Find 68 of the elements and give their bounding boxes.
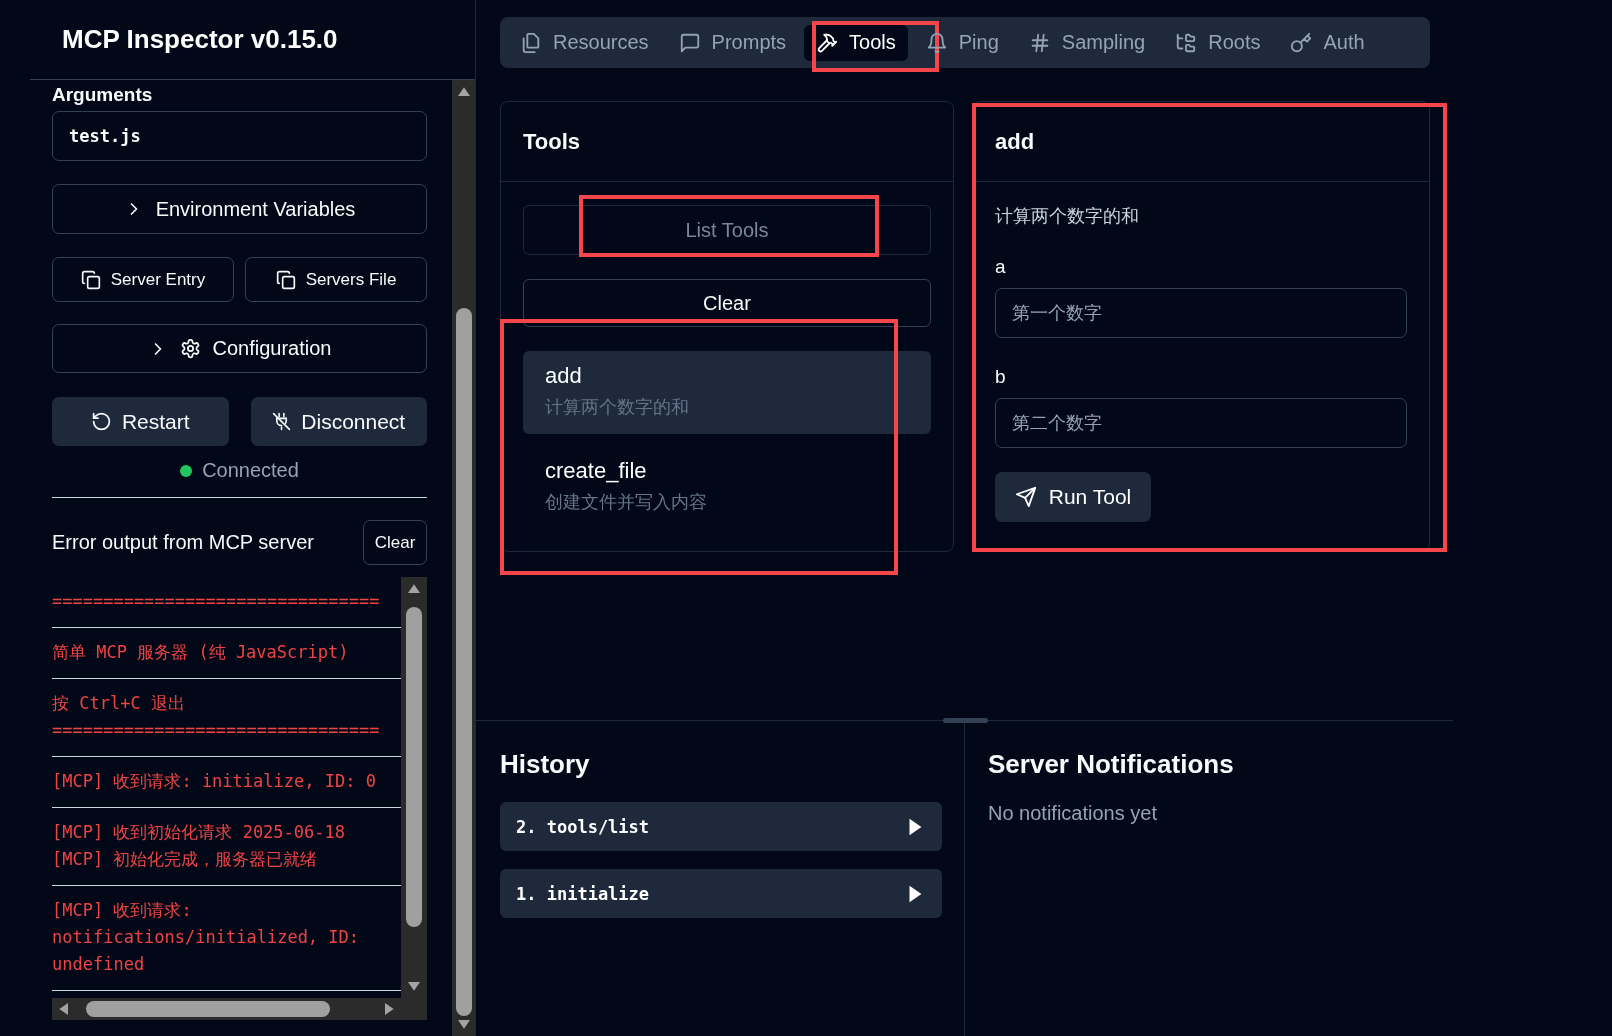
tool-description: 计算两个数字的和 [545,396,690,419]
log-line: ================================ [52,590,381,613]
resize-handle[interactable] [943,718,988,723]
tool-name: create_file [545,458,648,484]
clear-button[interactable]: Clear [363,520,427,565]
history-item[interactable]: 1. initialize [500,869,942,918]
app-title: MCP Inspector v0.15.0 [62,24,338,55]
field-label: b [995,365,1007,389]
tab[interactable]: Sampling [1016,24,1158,61]
tool-description: 创建文件并写入内容 [545,491,708,514]
tool-list-item[interactable]: add 计算两个数字的和 [523,351,931,434]
tool-name: add [545,363,583,389]
tab[interactable]: Ping [913,24,1011,61]
key-icon [1290,31,1313,54]
tab[interactable]: Tools [804,24,908,61]
section-title: Server Notifications [988,748,1234,781]
copy-icon [80,269,101,290]
send-icon [1014,486,1037,508]
tool-list-item[interactable]: create_file 创建文件并写入内容 [523,446,931,529]
arguments-field[interactable]: test.js [52,111,427,161]
log-line: [MCP] 收到初始化请求 2025-06-18 [52,821,346,844]
scrollbar-thumb[interactable] [406,607,422,927]
field-label: Arguments [52,83,154,107]
run-tool-button[interactable]: Run Tool [995,472,1151,522]
tab[interactable]: Prompts [666,24,799,61]
message-icon [678,31,701,54]
log-line: ================================ [52,719,381,742]
field-label: a [995,255,1007,279]
section-title: History [500,748,591,781]
log-line: [MCP] 收到请求: initialize, ID: 0 [52,770,377,793]
scrollbar[interactable] [401,577,427,998]
log-line: 按 Ctrl+C 退出 [52,692,186,715]
folder-tree-icon [1175,31,1198,54]
hammer-icon [816,31,839,54]
log-line: [MCP] 初始化完成，服务器已就绪 [52,848,319,871]
plug-off-icon [272,412,292,431]
bell-icon [925,31,948,54]
log-line: notifications/initialized, ID: [52,926,361,949]
tab[interactable]: Auth [1278,24,1377,61]
parameter-field[interactable]: 第一个数字 [995,288,1407,338]
copy-button[interactable]: Server Entry [52,257,234,302]
parameter-field[interactable]: 第二个数字 [995,398,1407,448]
copy-button[interactable]: Servers File [245,257,427,302]
restart-button[interactable]: Restart [52,397,229,446]
panel-title: Tools [501,102,953,182]
configuration-button[interactable]: Configuration [52,324,427,373]
disconnect-button[interactable]: Disconnect [250,397,427,446]
log-line: undefined [52,953,146,976]
panel-title: add [973,102,1429,182]
history-item[interactable]: 2. tools/list [500,802,942,851]
status-text: Connected [202,459,299,482]
scrollbar[interactable] [452,80,475,1036]
files-icon [520,31,542,54]
tool-description: 计算两个数字的和 [995,205,1140,228]
tab[interactable]: Roots [1163,24,1273,61]
copy-icon [275,269,296,290]
tab[interactable]: Resources [508,24,661,61]
environment-variables-button[interactable]: Environment Variables [52,184,427,234]
settings-icon [179,338,201,359]
log-line: 简单 MCP 服务器 (纯 JavaScript) [52,641,350,664]
empty-message: No notifications yet [988,802,1158,825]
scrollbar-thumb[interactable] [455,308,472,1016]
section-title: Error output from MCP server [52,531,314,554]
rotate-icon [90,411,112,432]
clear-button[interactable]: Clear [523,279,931,327]
log-line: [MCP] 收到请求: [52,899,193,922]
scrollbar[interactable] [52,998,401,1020]
scrollbar-thumb[interactable] [86,1001,330,1017]
